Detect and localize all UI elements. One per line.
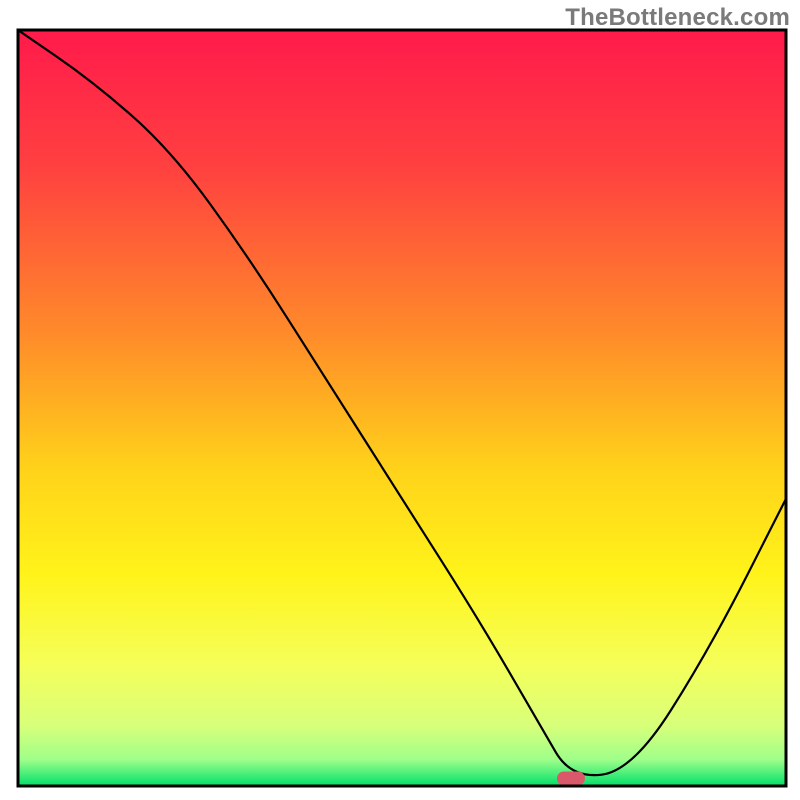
gradient-background [18, 30, 786, 786]
watermark-text: TheBottleneck.com [565, 4, 790, 32]
optimal-marker [557, 771, 585, 785]
bottleneck-chart: TheBottleneck.com [0, 0, 800, 800]
chart-svg [0, 0, 800, 800]
